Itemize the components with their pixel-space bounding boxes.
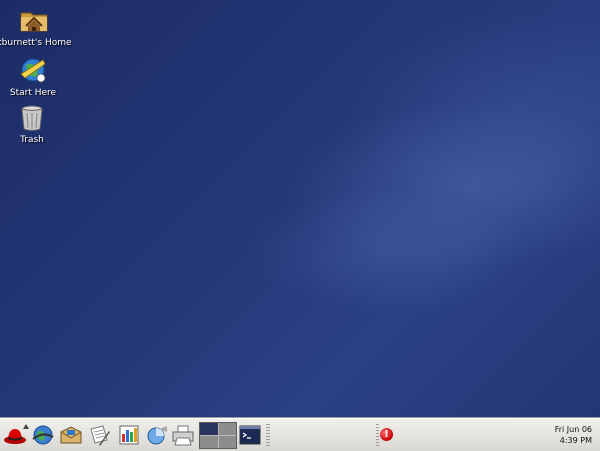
email-launcher[interactable] — [59, 423, 83, 447]
workspace-1[interactable] — [200, 423, 218, 435]
writer-launcher[interactable] — [87, 423, 111, 447]
desktop-icon-start-here[interactable]: Start Here — [0, 54, 73, 98]
menu-arrow-icon — [23, 424, 29, 429]
browser-launcher[interactable] — [31, 423, 55, 447]
word-processor-icon — [90, 425, 110, 446]
workspace-switcher[interactable] — [199, 422, 237, 449]
spreadsheet-icon — [147, 426, 167, 445]
alert-glyph: ! — [384, 429, 389, 440]
desktop-icon-label: kburnett's Home — [0, 38, 72, 48]
web-browser-icon — [32, 425, 54, 445]
desktop-icon-trash[interactable]: Trash — [0, 101, 72, 145]
terminal-icon — [239, 425, 261, 445]
workspace-3[interactable] — [200, 436, 218, 448]
desktop-icon-label: Trash — [20, 135, 44, 145]
print-manager-icon — [172, 425, 194, 446]
presentation-icon — [119, 425, 139, 445]
clock-date: Fri Jun 06 — [554, 425, 592, 434]
desktop-background[interactable]: kburnett's Home Start Here Trash — [0, 0, 600, 418]
home-folder-icon — [20, 12, 48, 32]
bottom-panel: ! Fri Jun 06 4:39 PM — [0, 418, 600, 451]
trash-icon — [21, 105, 43, 131]
terminal-launcher[interactable] — [238, 423, 262, 447]
update-alert-icon[interactable]: ! — [380, 428, 393, 441]
email-icon — [60, 426, 82, 444]
clock-time: 4:39 PM — [559, 436, 592, 445]
print-manager-launcher[interactable] — [171, 423, 195, 447]
desktop-icon-label: Start Here — [9, 88, 57, 98]
start-here-icon — [20, 58, 46, 83]
panel-clock[interactable]: Fri Jun 06 4:39 PM — [555, 424, 592, 446]
impress-launcher[interactable] — [117, 423, 141, 447]
workspace-2[interactable] — [218, 423, 236, 435]
panel-drag-handle[interactable] — [266, 424, 270, 446]
desktop-icon-home[interactable]: kburnett's Home — [0, 4, 74, 48]
tray-drag-handle[interactable] — [376, 424, 379, 446]
workspace-4[interactable] — [218, 436, 236, 448]
calc-launcher[interactable] — [145, 423, 169, 447]
